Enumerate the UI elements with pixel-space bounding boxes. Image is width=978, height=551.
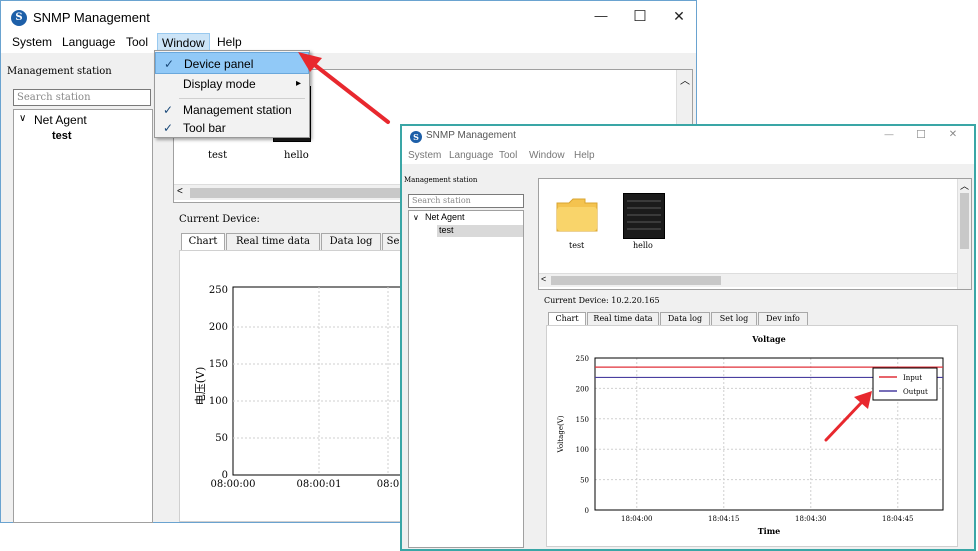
station-tree: ∨ Net Agent test	[408, 210, 524, 548]
tab-data-log[interactable]: Data log	[660, 312, 710, 325]
y-tick-50: 50	[215, 433, 228, 444]
device-test-label: test	[208, 150, 228, 161]
x-tick-2: 08:0	[377, 479, 399, 490]
menu-item-display-mode[interactable]: Display mode ▸	[155, 73, 309, 95]
menu-bar: System Language Tool Window Help	[1, 33, 696, 53]
y-tick-label: 0	[585, 507, 589, 515]
current-device-label: Current Device: 10.2.20.165	[544, 296, 660, 305]
app-icon: S	[11, 10, 27, 26]
tab-chart[interactable]: Chart	[548, 312, 586, 325]
menu-item-label: Tool bar	[183, 121, 226, 135]
tree-root-net-agent[interactable]: Net Agent	[34, 113, 87, 127]
y-axis-label: Voltage(V)	[557, 415, 565, 453]
y-tick-100: 100	[209, 396, 228, 407]
chevron-down-icon[interactable]: ∨	[413, 213, 419, 222]
minimize-button[interactable]: —	[586, 8, 616, 23]
y-axis-label: 电压(V)	[194, 367, 207, 406]
menu-tool[interactable]: Tool	[126, 35, 148, 49]
menu-system[interactable]: System	[12, 35, 52, 49]
y-tick-label: 50	[580, 477, 589, 485]
legend-label-input: Input	[903, 374, 922, 382]
menu-bar: System Language Tool Window Help	[402, 148, 974, 164]
x-axis-label: Time	[758, 526, 781, 536]
y-tick-200: 200	[209, 322, 228, 333]
y-tick-150: 150	[209, 359, 228, 370]
scroll-left-icon[interactable]: <	[177, 186, 183, 197]
menu-item-label: Device panel	[184, 57, 254, 71]
device-hello-label: hello	[633, 241, 653, 250]
x-tick-label: 18:04:15	[708, 515, 739, 523]
submenu-arrow-icon: ▸	[295, 78, 301, 89]
legend-label-output: Output	[903, 388, 928, 396]
check-icon: ✓	[163, 57, 175, 71]
horizontal-scrollbar[interactable]: <	[539, 273, 957, 287]
device-hello-label: hello	[284, 150, 309, 161]
x-tick-0: 08:00:00	[211, 479, 256, 490]
tab-chart[interactable]: Chart	[181, 233, 225, 250]
title-bar: S SNMP Management — ☐ ✕	[1, 1, 696, 35]
scroll-up-icon[interactable]: ︿	[680, 72, 690, 87]
folder-icon[interactable]	[555, 195, 599, 233]
menu-language[interactable]: Language	[449, 150, 494, 161]
menu-help[interactable]: Help	[217, 35, 242, 49]
sidebar-title: Management station	[404, 176, 478, 184]
current-device-label: Current Device:	[179, 214, 260, 225]
tree-root-net-agent[interactable]: Net Agent	[425, 212, 465, 222]
tab-real-time-data[interactable]: Real time data	[226, 233, 320, 250]
x-tick-label: 18:04:00	[621, 515, 652, 523]
menu-item-label: Display mode	[183, 77, 256, 91]
tab-real-time-data[interactable]: Real time data	[587, 312, 659, 325]
voltage-chart: 0 50 100 150 200 250 18:04:00 18:04:15 18:04:30 1…	[557, 334, 944, 536]
tree-item-test-selected[interactable]: test	[437, 225, 523, 237]
chart-panel: 0 50 100 150 200 250 18:04:00 18:04:15 18:04:30 1…	[546, 325, 958, 547]
app-icon: S	[410, 131, 422, 143]
vertical-scrollbar[interactable]: ︿	[957, 179, 971, 289]
menu-system[interactable]: System	[408, 150, 441, 161]
scroll-left-icon[interactable]: <	[541, 274, 546, 284]
tab-set-log[interactable]: Set log	[711, 312, 757, 325]
tab-dev-info[interactable]: Dev info	[758, 312, 808, 325]
search-input[interactable]: Search station	[408, 194, 524, 208]
chart-title: Voltage	[751, 334, 785, 344]
menu-item-tool-bar[interactable]: ✓ Tool bar	[155, 117, 309, 139]
y-tick-250: 250	[209, 285, 228, 296]
close-button[interactable]: ✕	[942, 129, 964, 140]
sidebar-title: Management station	[7, 66, 112, 77]
station-tree: ∨ Net Agent test	[13, 109, 153, 523]
window-title: SNMP Management	[426, 130, 516, 141]
close-button[interactable]: ✕	[664, 8, 694, 25]
window-title: SNMP Management	[33, 10, 150, 25]
y-tick-label: 250	[576, 355, 589, 363]
x-tick-label: 18:04:30	[795, 515, 826, 523]
scroll-up-icon[interactable]: ︿	[960, 179, 969, 192]
check-icon: ✓	[162, 121, 174, 135]
tab-data-log[interactable]: Data log	[321, 233, 381, 250]
device-hello-icon[interactable]	[623, 193, 665, 239]
second-window: S SNMP Management — ☐ ✕ System Language …	[400, 124, 976, 551]
search-input[interactable]: Search station	[13, 89, 151, 106]
chevron-down-icon[interactable]: ∨	[19, 113, 26, 124]
window-menu-dropdown: ✓ Device panel Display mode ▸ ✓ Manageme…	[154, 50, 310, 138]
maximize-button[interactable]: ☐	[625, 7, 655, 25]
y-tick-label: 150	[576, 416, 589, 424]
device-panel: test hello ︿ <	[538, 178, 972, 290]
title-bar: S SNMP Management — ☐ ✕	[402, 126, 974, 148]
y-tick-label: 200	[576, 385, 589, 393]
menu-language[interactable]: Language	[62, 35, 115, 49]
menu-tool[interactable]: Tool	[499, 150, 517, 161]
menu-help[interactable]: Help	[574, 150, 595, 161]
x-tick-1: 08:00:01	[297, 479, 342, 490]
tree-item-test[interactable]: test	[52, 130, 72, 142]
menu-item-device-panel[interactable]: ✓ Device panel	[155, 52, 309, 74]
device-test-label: test	[569, 241, 585, 250]
x-tick-label: 18:04:45	[882, 515, 913, 523]
menu-window[interactable]: Window	[529, 150, 565, 161]
tree-item-test: test	[439, 225, 454, 235]
maximize-button[interactable]: ☐	[910, 128, 932, 141]
minimize-button[interactable]: —	[878, 129, 900, 139]
y-tick-label: 100	[576, 446, 589, 454]
